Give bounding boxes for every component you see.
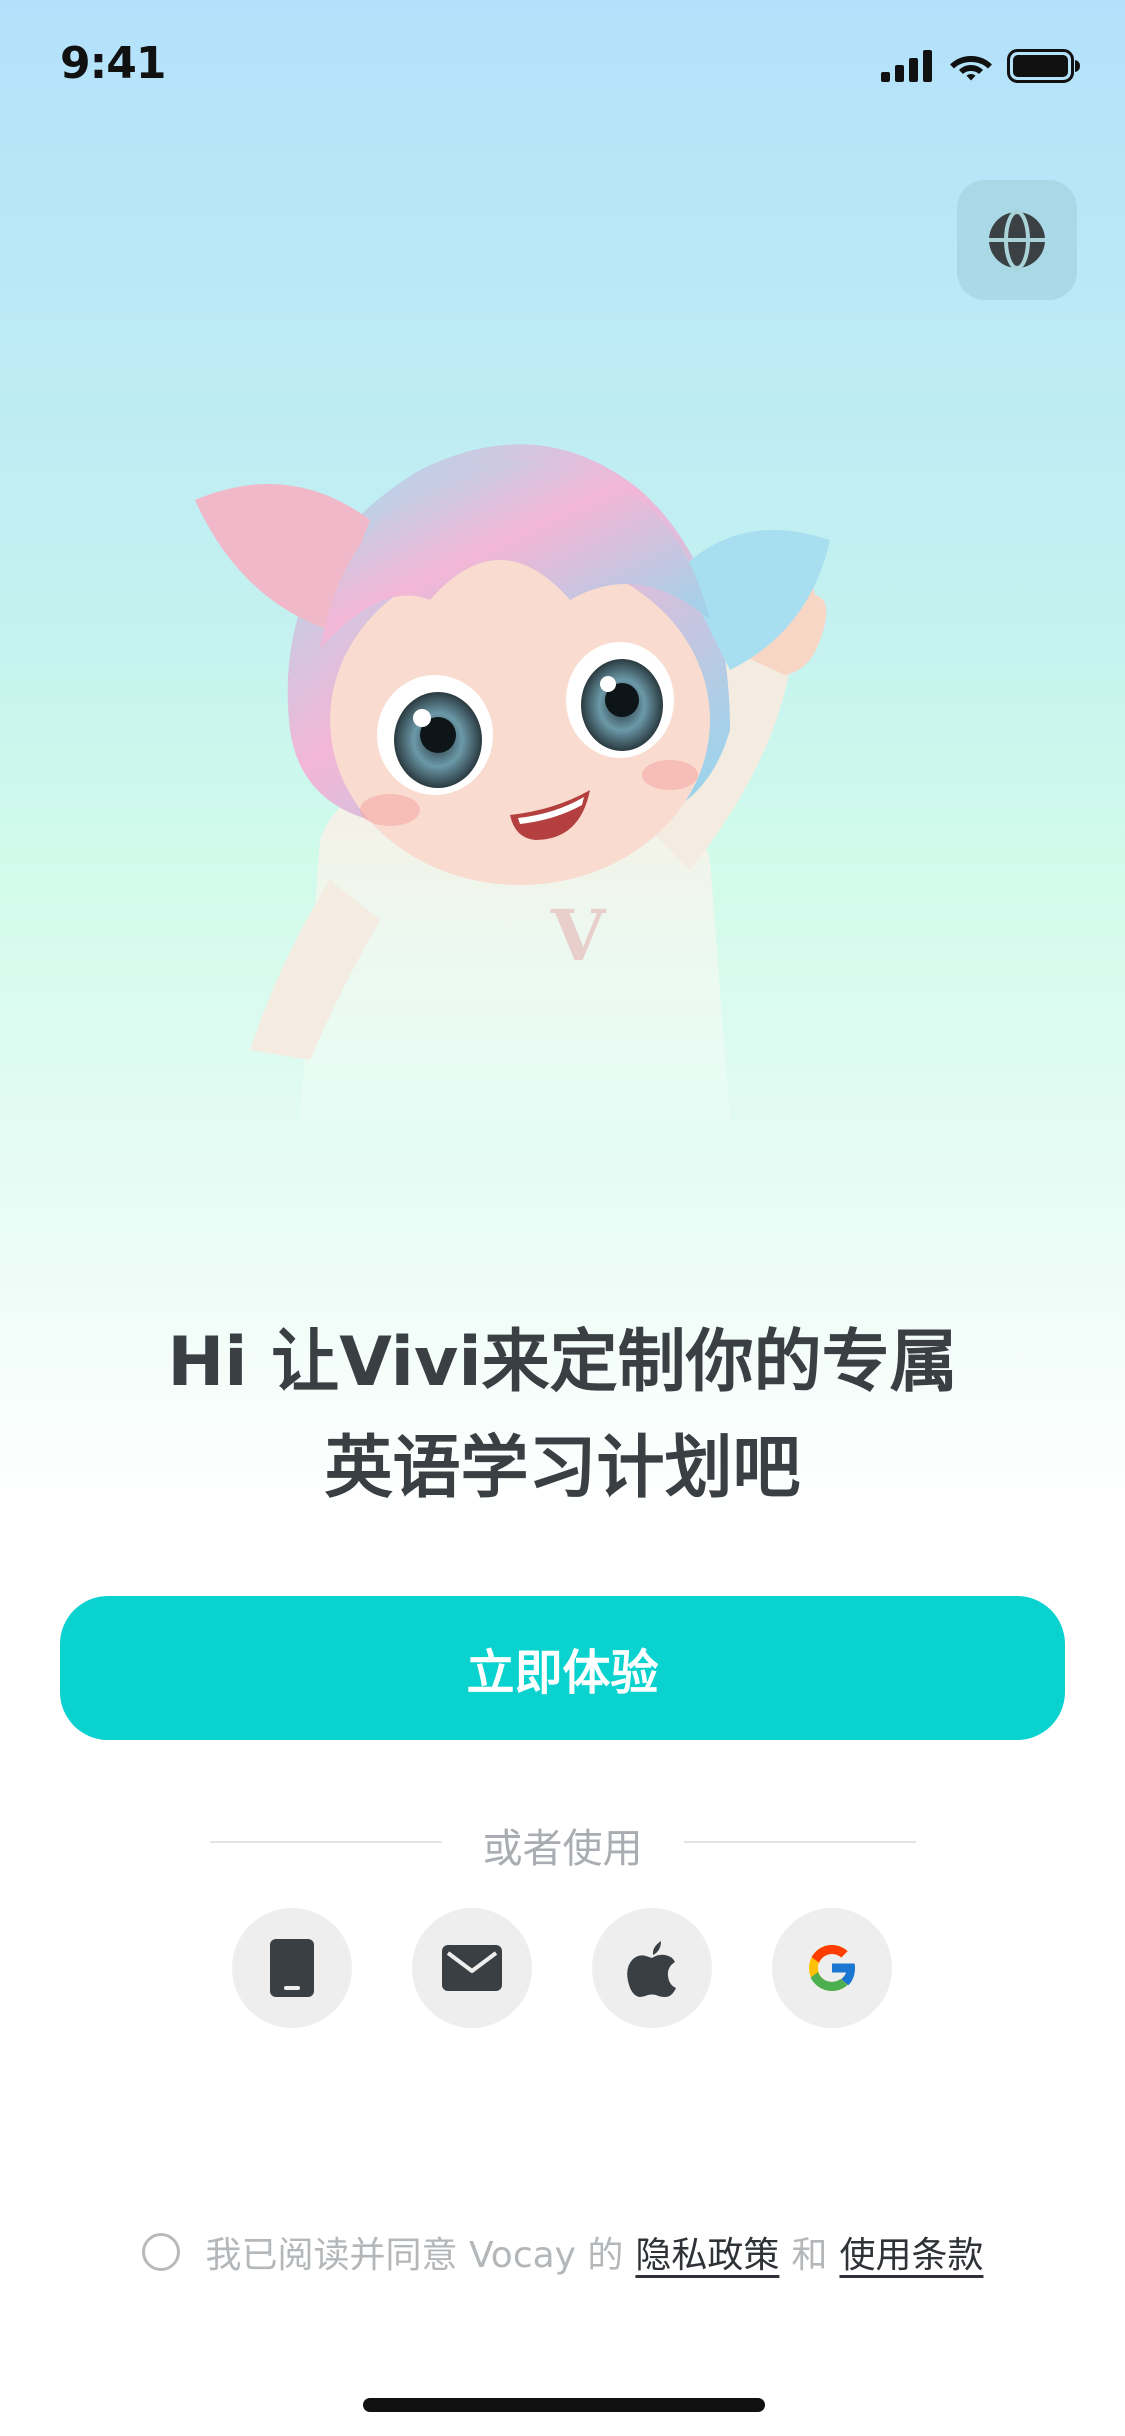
- google-icon: [809, 1945, 857, 1991]
- email-login-button[interactable]: [412, 1908, 532, 2028]
- agreement-checkbox[interactable]: [141, 2233, 180, 2271]
- agreement-row: 我已阅读并同意 Vocay 的 隐私政策 和 使用条款: [0, 2226, 1125, 2278]
- wifi-icon: [950, 56, 992, 81]
- apple-icon: [627, 1941, 676, 1997]
- agreement-prefix: 我已阅读并同意 Vocay 的: [205, 2235, 624, 2276]
- apple-login-button[interactable]: [592, 1908, 712, 2028]
- login-options: [232, 1908, 892, 2028]
- headline: Hi 让Vivi来定制你的专属 英语学习计划吧: [0, 1310, 1125, 1522]
- cellular-signal-icon: [881, 50, 932, 82]
- agreement-conjunction: 和: [791, 2235, 828, 2276]
- headline-line-1: Hi 让Vivi来定制你的专属: [167, 1323, 958, 1402]
- phone-icon: [270, 1939, 314, 1997]
- home-indicator: [363, 2398, 765, 2412]
- mail-icon: [442, 1945, 502, 1991]
- privacy-policy-link[interactable]: 隐私政策: [635, 2226, 779, 2278]
- headline-line-2: 英语学习计划吧: [324, 1429, 801, 1508]
- alt-login-divider: 或者使用: [0, 1812, 1125, 1872]
- phone-login-button[interactable]: [232, 1908, 352, 2028]
- divider-label: 或者使用: [482, 1826, 643, 1872]
- globe-icon: [989, 210, 1045, 270]
- language-button[interactable]: [957, 180, 1077, 300]
- google-login-button[interactable]: [772, 1908, 892, 2028]
- battery-icon: [1007, 49, 1080, 83]
- svg-text:V: V: [550, 894, 607, 977]
- welcome-screen: 9:41 V Hi 让Vivi来定制你的专属 英语学习计划吧 立即体验 或者使用…: [0, 0, 1125, 2436]
- divider-line-right: [684, 1841, 916, 1843]
- mascot-illustration: V: [195, 444, 830, 1120]
- status-time: 9:41: [60, 38, 166, 89]
- status-icons: [881, 46, 1081, 86]
- terms-of-use-link[interactable]: 使用条款: [839, 2226, 983, 2278]
- try-now-button[interactable]: 立即体验: [60, 1596, 1065, 1740]
